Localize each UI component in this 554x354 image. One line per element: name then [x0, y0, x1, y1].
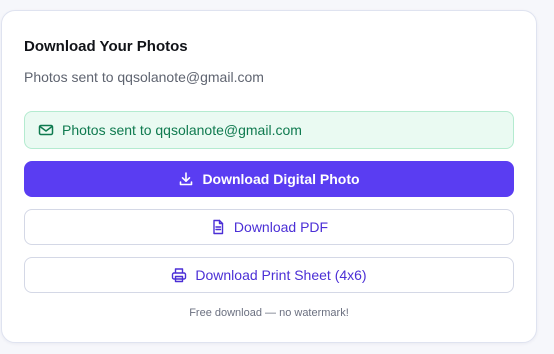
download-pdf-button[interactable]: Download PDF — [24, 209, 514, 245]
printer-icon — [171, 267, 187, 283]
download-card: Download Your Photos Photos sent to qqso… — [1, 10, 537, 343]
free-download-note: Free download — no watermark! — [189, 307, 349, 319]
download-icon — [178, 171, 194, 187]
card-title: Download Your Photos — [24, 38, 188, 55]
card-subtitle: Photos sent to qqsolanote@gmail.com — [24, 69, 264, 85]
mail-icon — [38, 122, 54, 138]
download-print-sheet-label: Download Print Sheet (4x6) — [195, 267, 367, 283]
download-print-sheet-button[interactable]: Download Print Sheet (4x6) — [24, 257, 514, 293]
notice-text: Photos sent to qqsolanote@gmail.com — [62, 122, 302, 138]
download-pdf-label: Download PDF — [233, 219, 329, 235]
email-sent-notice: Photos sent to qqsolanote@gmail.com — [24, 111, 514, 149]
download-digital-photo-label: Download Digital Photo — [202, 171, 360, 187]
document-icon — [210, 219, 226, 235]
download-digital-photo-button[interactable]: Download Digital Photo — [24, 161, 514, 197]
